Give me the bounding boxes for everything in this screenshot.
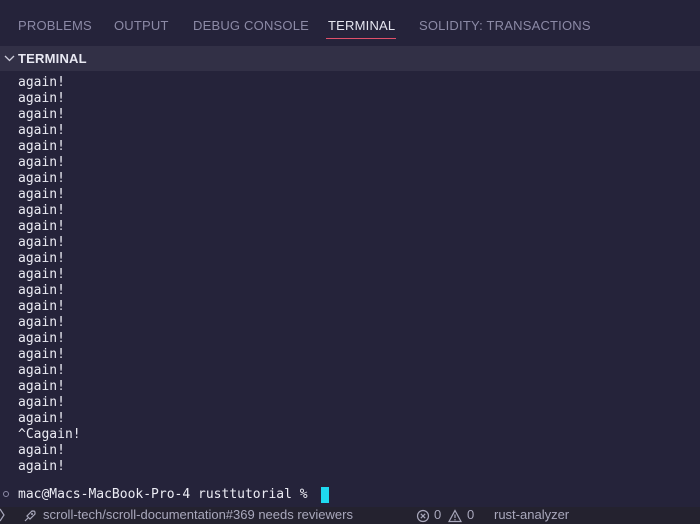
tab-debug-console[interactable]: DEBUG CONSOLE (193, 18, 309, 33)
terminal-line: again! (18, 459, 65, 474)
pull-request-text: scroll-tech/scroll-documentation#369 nee… (43, 507, 353, 522)
active-tab-indicator (326, 38, 396, 39)
status-bar-edge-icon (0, 508, 5, 522)
terminal-prompt-row[interactable]: mac@Macs-MacBook-Pro-4 rusttutorial % (0, 487, 700, 503)
terminal-line: again! (18, 411, 65, 426)
terminal-section-title: TERMINAL (18, 51, 87, 66)
tab-solidity-transactions[interactable]: SOLIDITY: TRANSACTIONS (419, 18, 591, 33)
terminal-line: again! (18, 443, 65, 458)
terminal-line: again! (18, 139, 65, 154)
terminal-line: again! (18, 379, 65, 394)
terminal-line: again! (18, 363, 65, 378)
terminal-line: again! (18, 283, 65, 298)
command-status-dot (3, 491, 9, 497)
terminal-line: again! (18, 123, 65, 138)
terminal-section-header[interactable]: TERMINAL (0, 46, 700, 71)
terminal-line: again! (18, 219, 65, 234)
status-bar: scroll-tech/scroll-documentation#369 nee… (0, 507, 700, 524)
terminal-line: again! (18, 299, 65, 314)
terminal-line: again! (18, 75, 65, 90)
terminal-line: again! (18, 315, 65, 330)
vscode-panel: PROBLEMS OUTPUT DEBUG CONSOLE TERMINAL S… (0, 0, 700, 524)
terminal-line: again! (18, 171, 65, 186)
terminal-output[interactable]: again! again! again! again! again! again… (0, 71, 700, 504)
terminal-line: again! (18, 235, 65, 250)
terminal-line: again! (18, 347, 65, 362)
chevron-down-icon[interactable] (3, 52, 16, 65)
warning-icon (448, 509, 462, 523)
terminal-line: again! (18, 331, 65, 346)
terminal-line: again! (18, 395, 65, 410)
panel-tab-bar: PROBLEMS OUTPUT DEBUG CONSOLE TERMINAL S… (0, 0, 700, 46)
rust-analyzer-status[interactable]: rust-analyzer (494, 507, 569, 522)
terminal-line: again! (18, 107, 65, 122)
terminal-prompt: mac@Macs-MacBook-Pro-4 rusttutorial % (18, 487, 308, 502)
rocket-icon (24, 510, 36, 522)
tab-problems[interactable]: PROBLEMS (18, 18, 92, 33)
error-icon (416, 509, 430, 523)
tab-terminal[interactable]: TERMINAL (328, 18, 395, 33)
terminal-line: again! (18, 267, 65, 282)
warning-count: 0 (467, 507, 475, 522)
terminal-line: again! (18, 91, 65, 106)
terminal-cursor (321, 487, 329, 503)
tab-output[interactable]: OUTPUT (114, 18, 169, 33)
terminal-line: ^Cagain! (18, 427, 81, 442)
terminal-line: again! (18, 203, 65, 218)
error-count: 0 (434, 507, 442, 522)
terminal-line: again! (18, 187, 65, 202)
terminal-line: again! (18, 155, 65, 170)
terminal-line: again! (18, 251, 65, 266)
